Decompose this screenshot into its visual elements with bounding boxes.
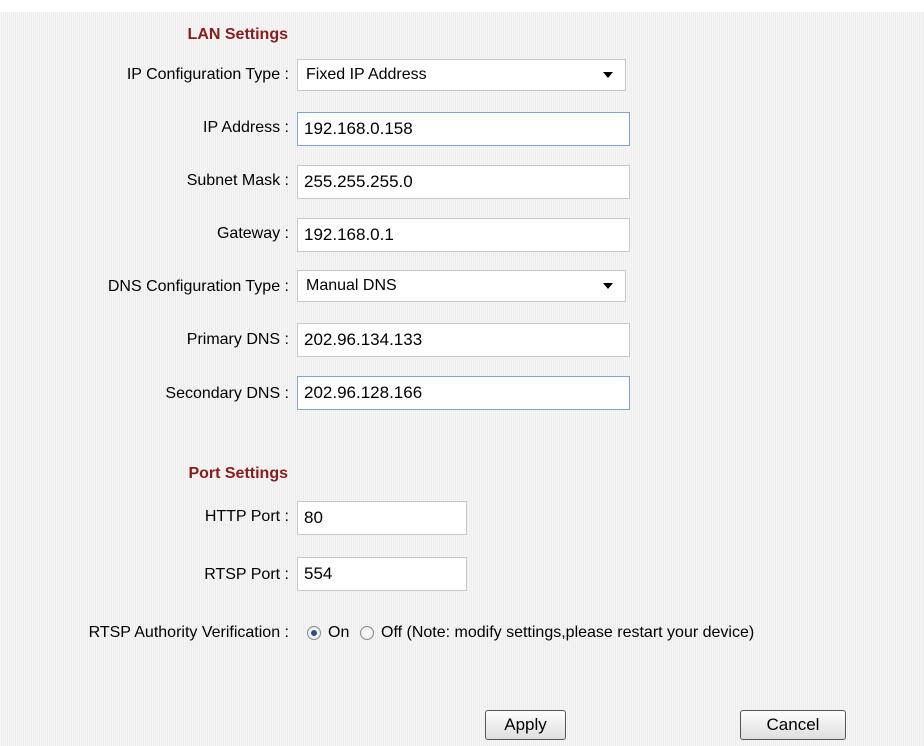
- ip-config-type-label: IP Configuration Type :: [126, 66, 289, 83]
- chevron-down-icon: [603, 283, 613, 289]
- subnet-mask-input[interactable]: 255.255.255.0: [297, 165, 630, 199]
- rtsp-port-label: RTSP Port :: [204, 566, 289, 583]
- rtsp-port-input[interactable]: 554: [297, 557, 467, 591]
- rtsp-auth-off-radio[interactable]: [360, 626, 374, 640]
- dns-config-type-value: Manual DNS: [306, 277, 397, 294]
- ip-config-type-value: Fixed IP Address: [306, 66, 427, 83]
- subnet-mask-label: Subnet Mask :: [186, 172, 289, 189]
- secondary-dns-input[interactable]: 202.96.128.166: [297, 376, 630, 410]
- top-band: [0, 0, 924, 12]
- rtsp-auth-label: RTSP Authority Verification :: [88, 624, 289, 641]
- chevron-down-icon: [603, 72, 613, 78]
- ip-address-label: IP Address :: [203, 119, 289, 136]
- secondary-dns-label: Secondary DNS :: [165, 385, 289, 402]
- ip-config-type-select[interactable]: Fixed IP Address: [297, 59, 626, 91]
- port-settings-title: Port Settings: [188, 465, 288, 482]
- lan-settings-title: LAN Settings: [187, 26, 288, 43]
- cancel-button[interactable]: Cancel: [740, 710, 846, 740]
- dns-config-type-label: DNS Configuration Type :: [107, 278, 289, 295]
- dns-config-type-select[interactable]: Manual DNS: [297, 270, 626, 302]
- rtsp-auth-on-label: On: [328, 624, 350, 641]
- gateway-input[interactable]: 192.168.0.1: [297, 218, 630, 252]
- ip-address-input[interactable]: 192.168.0.158: [297, 112, 630, 146]
- apply-button[interactable]: Apply: [485, 710, 566, 740]
- rtsp-auth-on-radio[interactable]: [307, 626, 321, 640]
- http-port-label: HTTP Port :: [204, 508, 289, 525]
- gateway-label: Gateway :: [216, 225, 289, 242]
- http-port-input[interactable]: 80: [297, 501, 467, 535]
- primary-dns-input[interactable]: 202.96.134.133: [297, 323, 630, 357]
- primary-dns-label: Primary DNS :: [186, 331, 289, 348]
- rtsp-auth-off-label: Off (Note: modify settings,please restar…: [381, 624, 755, 641]
